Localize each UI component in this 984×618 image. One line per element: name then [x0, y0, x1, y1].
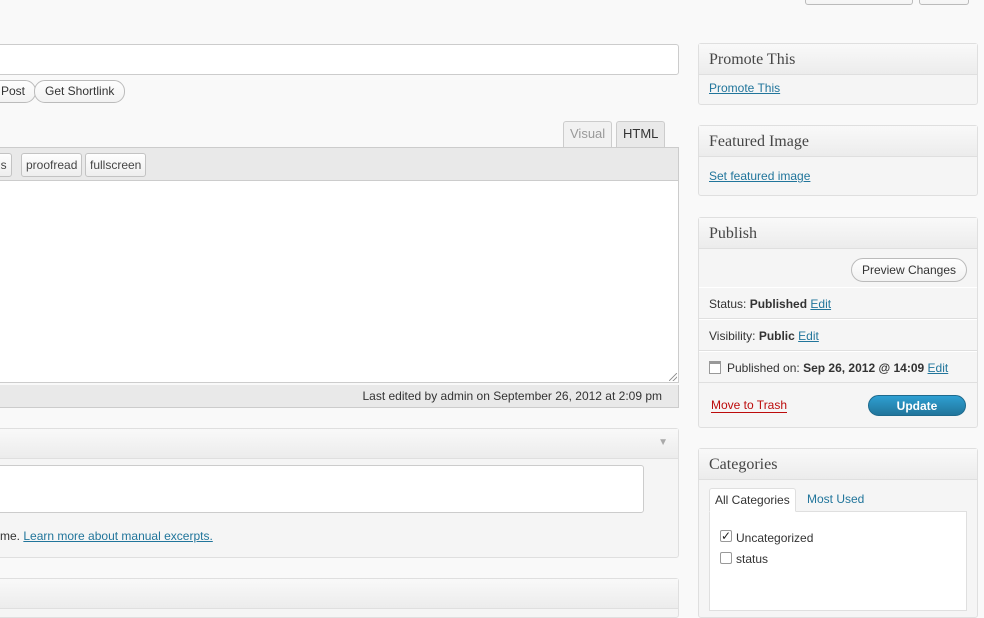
update-button[interactable]: Update — [868, 395, 966, 416]
status-value: Published — [749, 297, 808, 311]
set-featured-image-link[interactable]: Set featured image — [709, 169, 810, 183]
featured-image-title: Featured Image — [699, 126, 977, 157]
category-checklist: ✓ Uncategorized status — [709, 511, 967, 611]
published-on-label: Published on: — [727, 361, 800, 375]
publish-box: Publish Preview Changes Status: Publishe… — [698, 217, 978, 428]
checkbox-uncategorized[interactable]: ✓ — [720, 530, 732, 542]
quicktag-fullscreen-button[interactable]: fullscreen — [85, 153, 147, 177]
edit-status-link[interactable]: Edit — [810, 297, 831, 311]
categories-title: Categories — [699, 449, 977, 480]
excerpt-help-prefix: me. — [0, 529, 24, 543]
quicktag-proofread-button[interactable]: proofread — [21, 153, 83, 177]
resize-grip-icon[interactable] — [669, 373, 677, 381]
header-button-right[interactable] — [919, 0, 969, 5]
published-on-value: Sep 26, 2012 @ 14:09 — [803, 361, 925, 375]
post-title-input[interactable] — [0, 44, 679, 75]
toggle-arrow-icon[interactable]: ▼ — [658, 437, 668, 448]
published-on-row: Published on: Sep 26, 2012 @ 14:09 Edit — [699, 351, 977, 383]
checkbox-status[interactable] — [720, 552, 732, 564]
category-label-status: status — [736, 552, 769, 566]
get-shortlink-button[interactable]: Get Shortlink — [34, 80, 126, 103]
view-post-button[interactable]: Post — [0, 80, 37, 103]
excerpt-help-text: me. Learn more about manual excerpts. — [0, 529, 213, 543]
post-content-textarea[interactable] — [0, 180, 679, 383]
tab-all-categories[interactable]: All Categories — [709, 488, 796, 512]
promote-box-title: Promote This — [699, 44, 977, 75]
quicktag-tags-button[interactable]: gs — [0, 153, 12, 177]
quicktags-toolbar: gs proofread fullscreen — [0, 147, 679, 180]
visibility-value: Public — [758, 329, 795, 343]
next-box-header[interactable] — [0, 579, 678, 609]
learn-more-excerpts-link[interactable]: Learn more about manual excerpts. — [23, 529, 212, 543]
move-to-trash-link[interactable]: Move to Trash — [711, 398, 788, 413]
excerpt-box-header[interactable]: ▼ — [0, 429, 678, 459]
next-box — [0, 578, 679, 618]
promote-box: Promote This Promote This — [698, 43, 978, 105]
featured-image-box: Featured Image Set featured image — [698, 125, 978, 196]
categories-box: Categories All Categories Most Used ✓ Un… — [698, 448, 978, 618]
visibility-label: Visibility: — [709, 329, 756, 343]
publish-box-title: Publish — [699, 218, 977, 249]
category-label-uncategorized: Uncategorized — [736, 531, 814, 545]
tab-visual[interactable]: Visual — [563, 121, 613, 147]
status-row: Status: Published Edit — [699, 287, 977, 319]
status-label: Status: — [709, 297, 747, 311]
excerpt-textarea[interactable] — [0, 465, 644, 513]
edit-date-link[interactable]: Edit — [928, 361, 949, 375]
visibility-row: Visibility: Public Edit — [699, 319, 977, 351]
tab-html[interactable]: HTML — [616, 121, 666, 147]
calendar-icon — [709, 361, 721, 374]
edit-visibility-link[interactable]: Edit — [798, 329, 819, 343]
last-edited-status: Last edited by admin on September 26, 20… — [0, 385, 679, 408]
preview-changes-button[interactable]: Preview Changes — [850, 258, 967, 282]
tab-most-used[interactable]: Most Used — [802, 488, 869, 512]
promote-this-link[interactable]: Promote This — [709, 81, 780, 95]
header-button-left[interactable] — [805, 0, 913, 5]
